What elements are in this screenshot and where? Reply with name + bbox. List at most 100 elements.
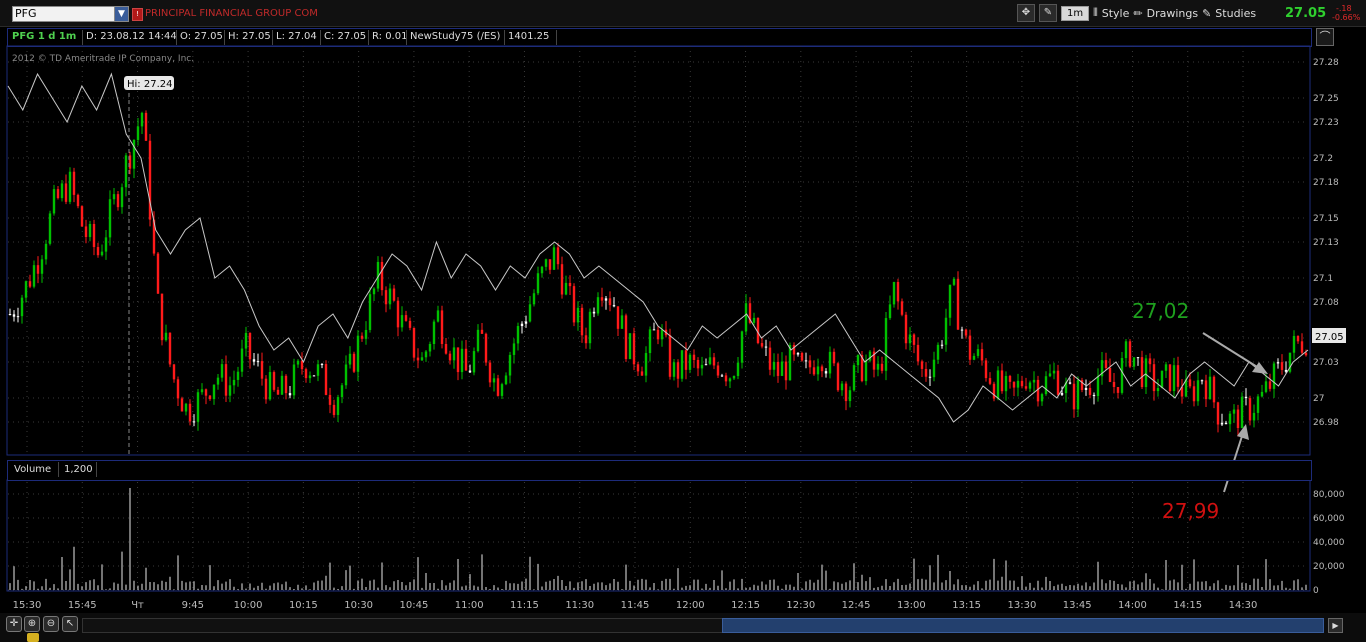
candle-body bbox=[684, 350, 688, 370]
candle-body bbox=[712, 357, 716, 366]
candle-body bbox=[440, 310, 444, 344]
price-tick-label: 27.23 bbox=[1313, 118, 1339, 128]
scroll-right-icon[interactable]: ▶ bbox=[1328, 618, 1343, 633]
candle-body bbox=[552, 247, 556, 270]
candle-body bbox=[652, 329, 656, 331]
candle-body bbox=[284, 375, 288, 394]
candle-body bbox=[392, 288, 396, 301]
candle-body bbox=[76, 194, 80, 207]
candle-body bbox=[1168, 364, 1172, 392]
candle-body bbox=[512, 343, 516, 355]
candle-body bbox=[124, 155, 128, 188]
candle-body bbox=[1304, 352, 1308, 356]
candles bbox=[8, 110, 1308, 437]
candle-body bbox=[944, 317, 948, 345]
candle-body bbox=[1148, 358, 1152, 365]
pan-icon[interactable]: ✛ bbox=[6, 616, 22, 632]
candle-body bbox=[92, 223, 96, 248]
candle-body bbox=[292, 364, 296, 396]
candle-body bbox=[768, 347, 772, 370]
pointer-icon[interactable]: ↖ bbox=[62, 616, 78, 632]
time-tick-label: Чт bbox=[131, 600, 144, 611]
volume-axis: 80,000 60,000 40,000 20,000 0 bbox=[6, 479, 1345, 596]
zoom-in-icon[interactable]: ⊕ bbox=[24, 616, 40, 632]
time-tick-label: 10:15 bbox=[289, 600, 318, 611]
candle-body bbox=[60, 183, 64, 199]
candle-body bbox=[640, 371, 644, 376]
candle-body bbox=[364, 329, 368, 339]
candle-body bbox=[896, 282, 900, 302]
candle-body bbox=[1012, 381, 1016, 388]
candle-body bbox=[804, 360, 808, 362]
candle-body bbox=[980, 349, 984, 361]
candle-body bbox=[780, 361, 784, 376]
candle-body bbox=[448, 353, 452, 361]
candle-body bbox=[56, 189, 60, 199]
candle-body bbox=[432, 321, 436, 344]
candle-body bbox=[180, 398, 184, 412]
candle-body bbox=[920, 361, 924, 369]
candle-body bbox=[596, 297, 600, 314]
volume-tick-label: 60,000 bbox=[1313, 514, 1345, 524]
zoom-out-icon[interactable]: ⊖ bbox=[43, 616, 59, 632]
candle-body bbox=[1296, 335, 1300, 342]
candle-body bbox=[388, 288, 392, 305]
candle-body bbox=[968, 335, 972, 360]
candle-body bbox=[1176, 365, 1180, 387]
time-tick-label: 14:00 bbox=[1118, 600, 1147, 611]
candle-body bbox=[1220, 422, 1224, 425]
time-tick-label: 14:30 bbox=[1229, 600, 1258, 611]
candle-body bbox=[696, 359, 700, 369]
candle-body bbox=[732, 376, 736, 379]
candle-body bbox=[1280, 362, 1284, 370]
candle-body bbox=[1228, 413, 1232, 425]
candle-body bbox=[1128, 341, 1132, 367]
candle-body bbox=[560, 264, 564, 295]
candle-body bbox=[1196, 380, 1200, 402]
price-tick-label: 27 bbox=[1313, 394, 1324, 404]
candle-body bbox=[900, 301, 904, 315]
candle-body bbox=[1024, 386, 1028, 389]
candle-body bbox=[160, 293, 164, 341]
candle-body bbox=[256, 361, 260, 363]
candle-body bbox=[1216, 402, 1220, 425]
candle-body bbox=[608, 298, 612, 306]
price-chart[interactable]: 2012 © TD Ameritrade IP Company, Inc. Hi… bbox=[0, 0, 1366, 642]
candle-body bbox=[880, 363, 884, 371]
candle-body bbox=[308, 375, 312, 379]
candle-body bbox=[400, 315, 404, 328]
candle-body bbox=[420, 357, 424, 361]
candle-body bbox=[244, 332, 248, 349]
candle-body bbox=[380, 261, 384, 291]
candle-body bbox=[480, 329, 484, 334]
time-tick-label: 9:45 bbox=[182, 600, 204, 611]
candle-body bbox=[336, 397, 340, 415]
candle-body bbox=[232, 379, 236, 386]
candle-body bbox=[840, 383, 844, 391]
candle-body bbox=[1268, 381, 1272, 389]
scrollbar-thumb[interactable] bbox=[722, 618, 1324, 633]
candle-body bbox=[848, 390, 852, 402]
candle-body bbox=[456, 347, 460, 373]
candle-body bbox=[868, 351, 872, 361]
price-tick-label: 27.18 bbox=[1313, 178, 1339, 188]
time-tick-label: 13:00 bbox=[897, 600, 926, 611]
candle-body bbox=[508, 354, 512, 376]
candle-body bbox=[424, 351, 428, 358]
time-tick-label: 11:45 bbox=[621, 600, 650, 611]
candle-body bbox=[812, 367, 816, 375]
candle-body bbox=[636, 364, 640, 372]
candle-body bbox=[524, 321, 528, 324]
candle-body bbox=[892, 282, 896, 305]
candle-body bbox=[600, 297, 604, 301]
candle-body bbox=[216, 377, 220, 385]
time-tick-label: 10:00 bbox=[234, 600, 263, 611]
candle-body bbox=[164, 332, 168, 341]
candle-body bbox=[44, 243, 48, 260]
candle-body bbox=[1164, 364, 1168, 371]
candle-body bbox=[48, 213, 52, 244]
candle-body bbox=[464, 348, 468, 371]
candle-body bbox=[628, 333, 632, 360]
volume-info-bar: Volume 1,200 bbox=[7, 460, 1312, 481]
candle-body bbox=[100, 251, 104, 256]
